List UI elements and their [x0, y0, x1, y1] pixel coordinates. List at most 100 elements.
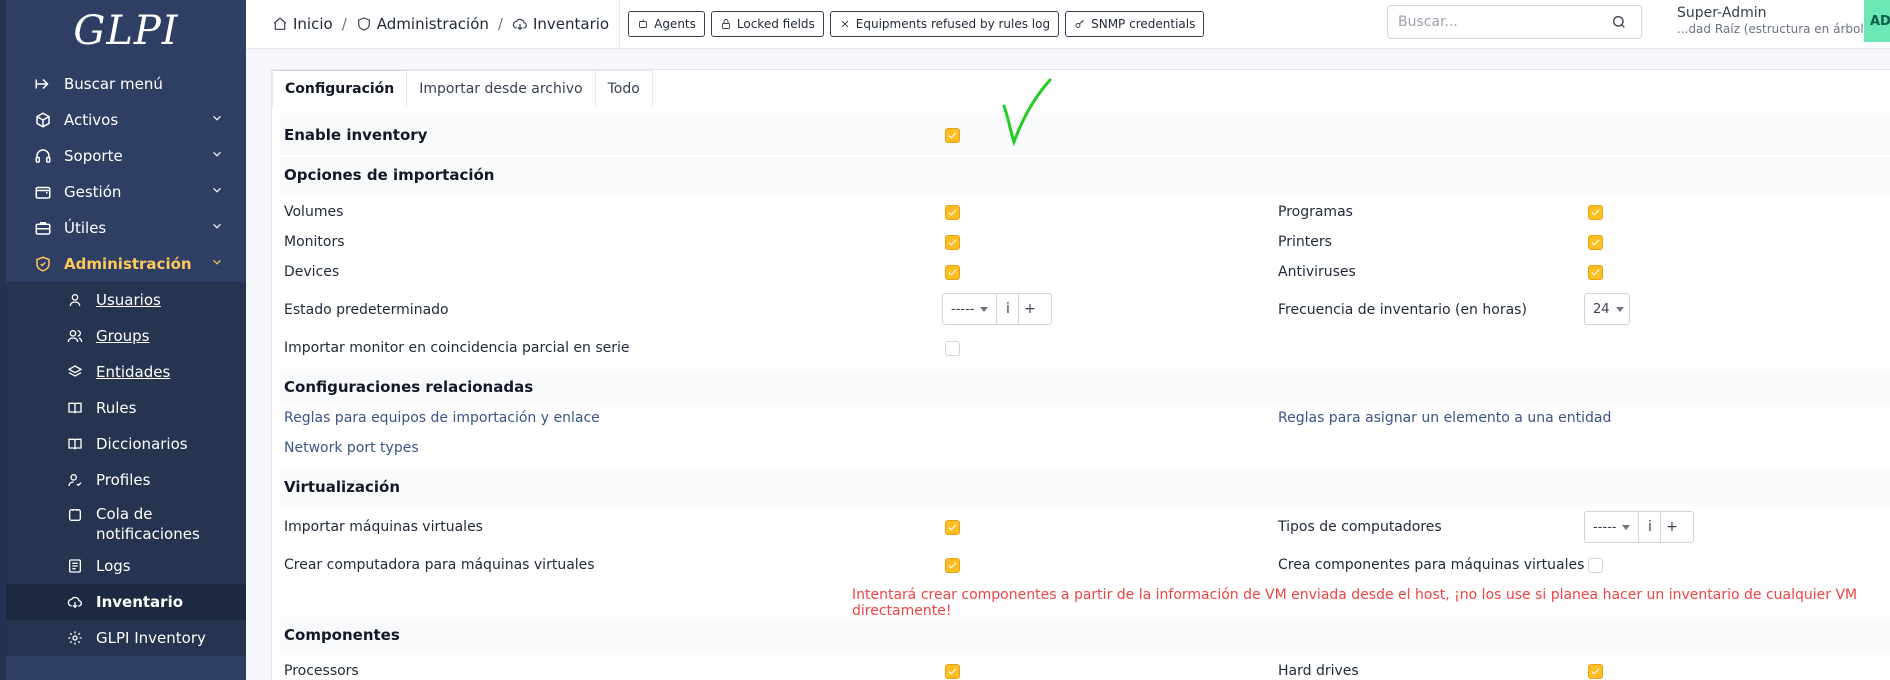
tab-all[interactable]: Todo: [594, 70, 653, 107]
tab-configuration[interactable]: Configuración: [272, 70, 408, 107]
sidebar-item-management[interactable]: Gestión: [6, 174, 246, 210]
section-import-options: Opciones de importación: [280, 157, 1890, 193]
info-button[interactable]: i: [1638, 512, 1660, 542]
hard-drives-checkbox[interactable]: [1588, 664, 1603, 679]
sidebar-item-label: Entidades: [96, 363, 171, 381]
refused-equipments-button[interactable]: Equipments refused by rules log: [829, 11, 1060, 37]
x-icon: [841, 20, 849, 28]
sidebar-item-label: Buscar menú: [64, 75, 163, 93]
add-button[interactable]: +: [1018, 294, 1040, 324]
create-vm-computer-checkbox[interactable]: [945, 558, 960, 573]
sidebar-item-entities[interactable]: Entidades: [6, 354, 246, 390]
tab-import-from-file[interactable]: Importar desde archivo: [406, 70, 596, 107]
sidebar-item-support[interactable]: Soporte: [6, 138, 246, 174]
breadcrumb-separator: /: [341, 15, 347, 33]
computer-types-dropdown: ----- i +: [1584, 511, 1694, 543]
locked-fields-button[interactable]: Locked fields: [710, 11, 824, 37]
glpi-logo[interactable]: GLPI: [6, 0, 246, 62]
vm-components-checkbox[interactable]: [1588, 558, 1603, 573]
vm-components-warning: Intentará crear componentes a partir de …: [852, 587, 1858, 619]
antivirus-checkbox[interactable]: [1588, 265, 1603, 280]
entity-rules-link[interactable]: Reglas para asignar un elemento a una en…: [1278, 410, 1611, 426]
caret-down-icon: [980, 306, 989, 312]
main-content: Configuración Importar desde archivo Tod…: [246, 49, 1890, 680]
sidebar-item-label: Activos: [64, 111, 119, 129]
snmp-credentials-button[interactable]: SNMP credentials: [1065, 11, 1205, 37]
user-entity: ...dad Raíz (estructura en árbol): [1677, 22, 1869, 36]
box-icon: [34, 111, 52, 129]
sidebar-item-label: Soporte: [64, 147, 123, 165]
chevron-down-icon: [210, 111, 224, 125]
enable-inventory-label: Enable inventory: [284, 126, 428, 144]
add-button[interactable]: +: [1660, 512, 1682, 542]
section-virtualization: Virtualización: [280, 469, 1890, 505]
sidebar-item-logs[interactable]: Logs: [6, 548, 246, 584]
bell-icon: [66, 506, 84, 524]
default-state-select[interactable]: -----: [943, 294, 996, 324]
processors-checkbox[interactable]: [945, 664, 960, 679]
software-label: Programas: [1278, 204, 1353, 220]
agents-button[interactable]: Agents: [628, 11, 705, 37]
search-input[interactable]: [1398, 14, 1608, 30]
sidebar-item-dictionaries[interactable]: Diccionarios: [6, 426, 246, 462]
breadcrumb-inventory[interactable]: Inventario: [533, 15, 609, 33]
import-vms-checkbox[interactable]: [945, 520, 960, 535]
info-button[interactable]: i: [996, 294, 1018, 324]
vm-components-label: Crea componentes para máquinas virtuales: [1278, 557, 1585, 573]
devices-label: Devices: [284, 264, 340, 280]
sidebar-item-label: Groups: [96, 327, 150, 345]
sidebar-item-administration[interactable]: Administración: [6, 246, 246, 282]
avatar[interactable]: AD: [1864, 0, 1890, 42]
sidebar-item-rules[interactable]: Rules: [6, 390, 246, 426]
printers-checkbox[interactable]: [1588, 235, 1603, 250]
sidebar-item-label: Logs: [96, 557, 131, 575]
user-menu[interactable]: Super-Admin ...dad Raíz (estructura en á…: [1677, 5, 1868, 37]
devices-checkbox[interactable]: [945, 265, 960, 280]
breadcrumb-home[interactable]: Inicio: [293, 15, 333, 33]
frequency-label: Frecuencia de inventario (en horas): [1278, 302, 1527, 318]
enable-inventory-row: Enable inventory: [280, 115, 1890, 155]
sidebar-item-inventory[interactable]: Inventario: [6, 584, 246, 620]
home-icon: [272, 16, 288, 32]
import-vms-label: Importar máquinas virtuales: [284, 519, 483, 535]
sidebar-item-glpi-inventory[interactable]: GLPI Inventory: [6, 620, 246, 656]
monitors-checkbox[interactable]: [945, 235, 960, 250]
breadcrumb-administration[interactable]: Administración: [377, 15, 489, 33]
sidebar-item-tools[interactable]: Útiles: [6, 210, 246, 246]
sidebar-item-label: GLPI Inventory: [96, 629, 206, 647]
enable-inventory-checkbox[interactable]: [945, 128, 960, 143]
chevron-down-icon: [210, 219, 224, 233]
user-icon: [66, 291, 84, 309]
printers-label: Printers: [1278, 234, 1332, 250]
port-types-link[interactable]: Network port types: [284, 440, 419, 456]
sidebar-item-profiles[interactable]: Profiles: [6, 462, 246, 498]
headset-icon: [34, 147, 52, 165]
software-checkbox[interactable]: [1588, 205, 1603, 220]
sidebar-item-label: Gestión: [64, 183, 122, 201]
sidebar-item-users[interactable]: Usuarios: [6, 282, 246, 318]
robot-icon: [639, 19, 648, 28]
header-buttons: Agents Locked fields Equipments refused …: [620, 11, 1205, 37]
annotation-checkmark-icon: [1002, 78, 1052, 147]
import-rules-link[interactable]: Reglas para equipos de importación y enl…: [284, 410, 600, 426]
sidebar-item-groups[interactable]: Groups: [6, 318, 246, 354]
volumes-label: Volumes: [284, 204, 344, 220]
frequency-dropdown[interactable]: 24: [1584, 293, 1630, 325]
book-icon: [66, 399, 84, 417]
sidebar: GLPI Buscar menú Activos Soporte Gestión…: [0, 0, 246, 680]
chevron-down-icon: [210, 183, 224, 197]
administration-submenu: Usuarios Groups Entidades Rules Dicciona…: [6, 282, 246, 656]
create-vm-computer-label: Crear computadora para máquinas virtuale…: [284, 557, 595, 573]
search-icon[interactable]: [1611, 14, 1627, 34]
layers-icon: [66, 363, 84, 381]
sidebar-item-assets[interactable]: Activos: [6, 102, 246, 138]
sidebar-item-notification-queue[interactable]: Cola de notificaciones: [6, 498, 246, 548]
computer-types-select[interactable]: -----: [1585, 512, 1638, 542]
volumes-checkbox[interactable]: [945, 205, 960, 220]
briefcase-icon: [34, 219, 52, 237]
sidebar-item-search-menu[interactable]: Buscar menú: [6, 66, 246, 102]
breadcrumb-separator: /: [497, 15, 503, 33]
hard-drives-label: Hard drives: [1278, 663, 1359, 679]
log-icon: [66, 557, 84, 575]
partial-serial-checkbox[interactable]: [945, 341, 960, 356]
